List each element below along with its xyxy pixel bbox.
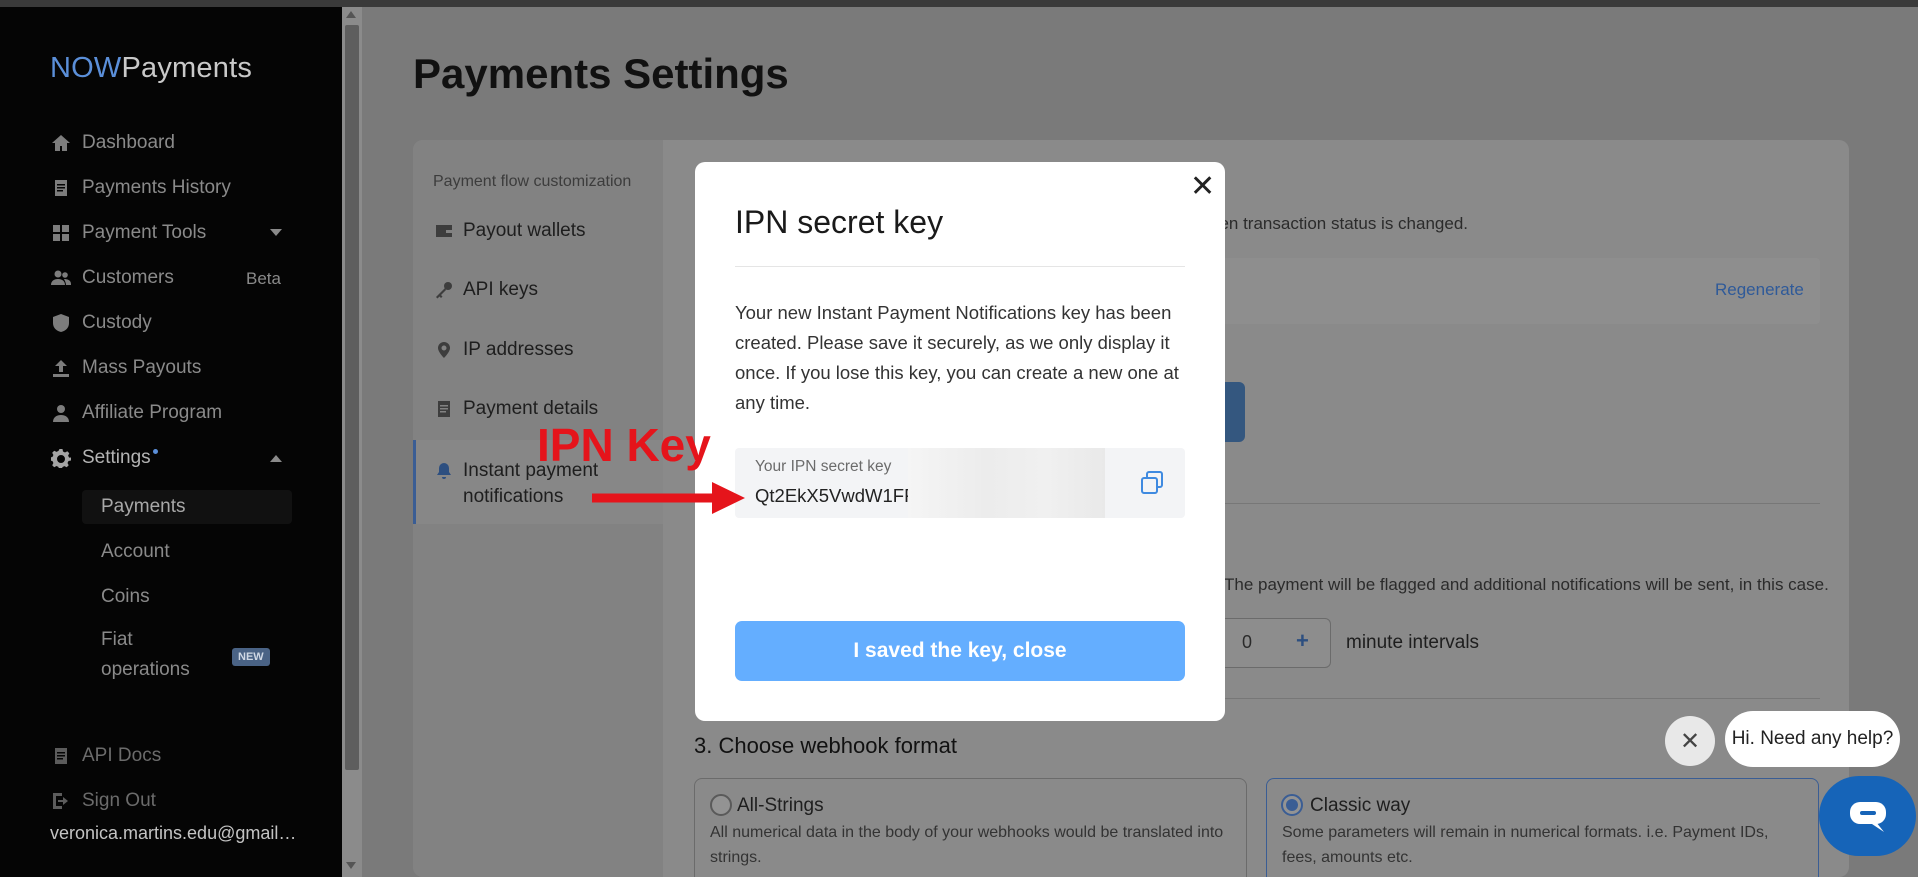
increment-button[interactable]: + [1296, 628, 1309, 654]
option-title: All-Strings [737, 795, 824, 816]
sidebar-sub-item-account[interactable]: Account [82, 535, 292, 569]
sidebar-item-payment-tools[interactable]: Payment Tools [50, 219, 206, 247]
close-icon[interactable]: ✕ [1190, 172, 1215, 202]
active-indicator [413, 440, 416, 524]
divider [1205, 503, 1820, 504]
sidebar-sub-item-payments[interactable]: Payments [82, 490, 292, 524]
home-icon [50, 132, 72, 154]
sidebar-sub-item-coins[interactable]: Coins [82, 580, 292, 614]
divider [1205, 698, 1820, 699]
section-title-webhook-format: 3. Choose webhook format [694, 733, 957, 758]
ipn-description-text: hen transaction status is changed. [1210, 214, 1468, 233]
key-icon [435, 281, 453, 299]
retry-description-text: The payment will be flagged and addition… [1224, 575, 1829, 594]
saved-key-close-button[interactable]: I saved the key, close [735, 621, 1185, 681]
user-icon [50, 402, 72, 424]
chat-help-bubble[interactable]: Hi. Need any help? [1725, 711, 1900, 767]
wallet-icon [435, 222, 453, 240]
chat-icon [1849, 802, 1886, 832]
annotation-arrow-icon [592, 482, 745, 514]
settings-nav-api-keys[interactable]: API keys [435, 279, 538, 301]
modal-body-text: Your new Instant Payment Notifications k… [735, 302, 1179, 413]
option-description: All numerical data in the body of your w… [710, 824, 1224, 866]
chat-close-button[interactable]: ✕ [1665, 716, 1715, 766]
radio-classic-way[interactable] [1281, 794, 1303, 816]
scroll-up-icon[interactable] [346, 11, 356, 18]
gear-icon [50, 447, 72, 469]
option-description: Some parameters will remain in numerical… [1282, 824, 1769, 866]
annotation-label: IPN Key [537, 419, 711, 471]
sidebar-sub-item-fiat-operations[interactable]: Fiat operations [82, 625, 202, 691]
sidebar-item-mass-payouts[interactable]: Mass Payouts [50, 354, 201, 382]
radio-all-strings[interactable] [710, 794, 732, 816]
notification-dot [153, 449, 158, 454]
grid-icon [50, 222, 72, 244]
document-icon [435, 400, 453, 418]
regenerate-link[interactable]: Regenerate [1715, 280, 1804, 300]
interval-unit-label: minute intervals [1346, 632, 1480, 653]
sidebar-item-api-docs[interactable]: API Docs [50, 742, 161, 770]
location-icon [435, 341, 453, 359]
sidebar-item-payments-history[interactable]: Payments History [50, 174, 231, 202]
modal-divider [735, 266, 1185, 267]
settings-nav-heading: Payment flow customization [433, 173, 632, 190]
scroll-down-icon[interactable] [346, 862, 356, 869]
blurred-key-part [908, 448, 1105, 518]
chevron-down-icon[interactable] [270, 229, 282, 236]
interval-value: 0 [1242, 632, 1253, 652]
secret-key-value[interactable]: Qt2EkX5VwdW1FF [755, 485, 915, 507]
page-title: Payments Settings [413, 50, 789, 97]
brand-logo[interactable]: NOWPayments [50, 52, 252, 85]
document-icon [50, 177, 72, 199]
sidebar-item-affiliate-program[interactable]: Affiliate Program [50, 399, 222, 427]
chat-launcher-button[interactable] [1819, 776, 1916, 856]
copy-icon[interactable] [1138, 469, 1166, 497]
sidebar-item-sign-out[interactable]: Sign Out [50, 787, 156, 815]
new-badge: NEW [232, 648, 270, 666]
shield-icon [50, 312, 72, 334]
secret-key-label: Your IPN secret key [755, 458, 892, 475]
beta-badge: Beta [246, 269, 281, 288]
modal-title: IPN secret key [735, 204, 944, 240]
sidebar-item-customers[interactable]: Customers [50, 264, 174, 292]
browser-top-edge [0, 0, 1918, 7]
sidebar-item-settings[interactable]: Settings [50, 444, 151, 472]
user-email[interactable]: veronica.martins.edu@gmail.c... [50, 823, 300, 844]
option-title: Classic way [1310, 795, 1411, 816]
sidebar-item-dashboard[interactable]: Dashboard [50, 129, 175, 157]
bell-icon [435, 462, 453, 480]
scrollbar-thumb[interactable] [345, 25, 359, 770]
sidebar-item-custody[interactable]: Custody [50, 309, 152, 337]
settings-nav-ip-addresses[interactable]: IP addresses [435, 339, 574, 361]
chevron-up-icon[interactable] [270, 455, 282, 462]
users-icon [50, 267, 72, 289]
sign-out-icon [50, 790, 72, 812]
document-icon [50, 745, 72, 767]
settings-nav-payout-wallets[interactable]: Payout wallets [435, 220, 586, 242]
upload-icon [50, 357, 72, 379]
settings-nav-payment-details[interactable]: Payment details [435, 398, 598, 420]
